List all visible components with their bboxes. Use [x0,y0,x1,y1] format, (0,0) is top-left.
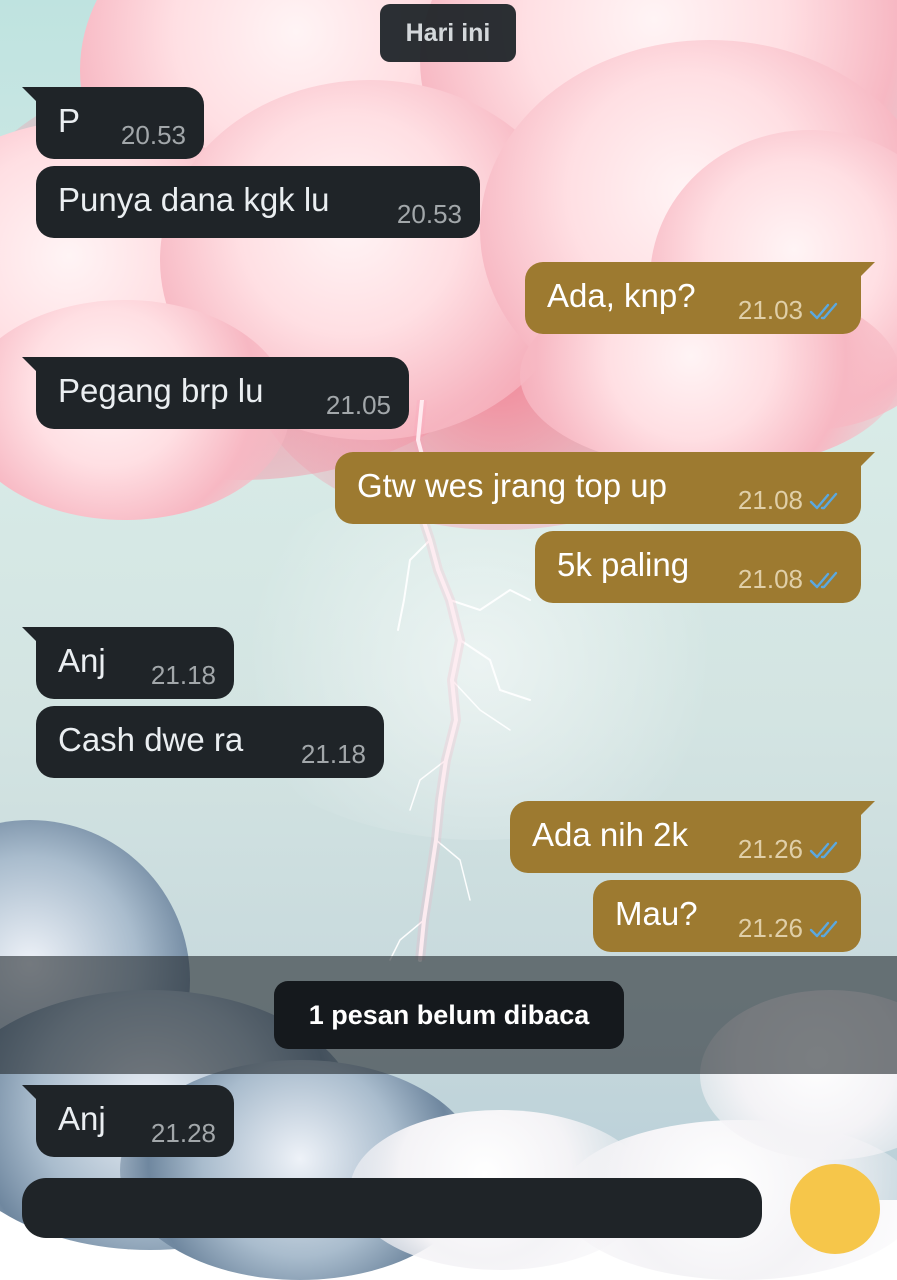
message-text: Punya dana kgk lu [58,181,330,218]
double-check-icon [809,492,838,509]
message-time: 21.03 [737,295,803,325]
message-text: 5k paling [557,546,690,583]
message-text: Anj [58,1100,106,1137]
incoming-message[interactable]: P 20.53 [22,87,204,159]
message-text: Ada, knp? [547,277,696,314]
message-time: 21.08 [737,564,803,594]
outgoing-message[interactable]: Gtw wes jrang top up 21.08 [335,452,875,524]
message-text: P [58,102,81,139]
outgoing-message[interactable]: Ada nih 2k 21.26 [510,801,875,873]
message-text: Gtw wes jrang top up [357,467,667,504]
double-check-icon [809,571,838,588]
message-text: Ada nih 2k [532,816,688,853]
incoming-message[interactable]: Anj 21.18 [22,627,234,699]
message-time: 21.18 [300,739,366,769]
message-time: 21.05 [325,390,391,420]
message-time: 21.18 [150,660,216,690]
message-text: Pegang brp lu [58,372,264,409]
message-text: Mau? [615,895,698,932]
unread-messages-label: 1 pesan belum dibaca [274,981,624,1049]
message-time: 21.28 [150,1118,216,1148]
outgoing-message[interactable]: Ada, knp? 21.03 [525,262,875,334]
message-time: 20.53 [120,120,186,150]
message-text: Cash dwe ra [58,721,244,758]
message-time: 21.26 [737,834,803,864]
double-check-icon [809,841,838,858]
message-text: Anj [58,642,106,679]
outgoing-message[interactable]: 5k paling 21.08 [535,531,861,603]
message-time: 20.53 [396,199,462,229]
incoming-message[interactable]: Punya dana kgk lu 20.53 [36,166,480,238]
message-time: 21.26 [737,913,803,943]
outgoing-message[interactable]: Mau? 21.26 [593,880,861,952]
incoming-message[interactable]: Cash dwe ra 21.18 [36,706,384,778]
incoming-message[interactable]: Pegang brp lu 21.05 [22,357,409,429]
message-time: 21.08 [737,485,803,515]
scroll-to-bottom-button[interactable] [790,1164,880,1254]
incoming-message-partial[interactable] [22,1178,762,1238]
double-check-icon [809,302,838,319]
double-check-icon [809,920,838,937]
date-separator: Hari ini [380,4,516,62]
incoming-message[interactable]: Anj 21.28 [22,1085,234,1157]
